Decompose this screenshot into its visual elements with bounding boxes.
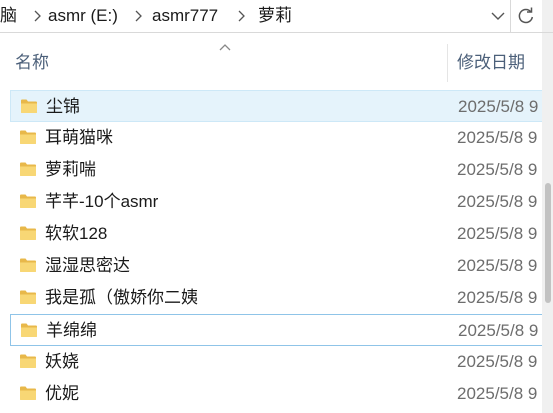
file-name: 芊芊-10个asmr — [45, 192, 159, 211]
folder-icon — [19, 225, 37, 241]
list-item[interactable]: 萝莉喘 2025/5/8 9 — [10, 154, 553, 186]
file-name: 软软128 — [45, 224, 108, 243]
file-name: 妖娆 — [45, 352, 79, 371]
breadcrumb-item-computer[interactable]: 脑 — [0, 5, 17, 27]
folder-icon — [19, 161, 37, 177]
file-name: 耳萌猫咪 — [45, 128, 113, 147]
folder-icon — [19, 257, 37, 273]
date-modified: 2025/5/8 9 — [457, 224, 538, 243]
vertical-scrollbar[interactable] — [542, 33, 553, 413]
date-modified: 2025/5/8 9 — [457, 160, 538, 179]
list-item[interactable]: 软软128 2025/5/8 9 — [10, 218, 553, 250]
file-name: 湿湿思密达 — [45, 256, 130, 275]
breadcrumb-item-drive[interactable]: asmr (E:) — [48, 5, 118, 27]
chevron-right-icon[interactable] — [32, 6, 44, 26]
folder-icon — [19, 353, 37, 369]
date-modified: 2025/5/8 9 — [457, 128, 538, 147]
column-divider[interactable] — [447, 44, 448, 82]
file-name: 羊绵绵 — [46, 321, 97, 340]
refresh-button[interactable] — [510, 0, 542, 33]
toolbar-edge — [542, 0, 553, 33]
folder-icon — [19, 193, 37, 209]
folder-icon — [20, 98, 38, 114]
folder-icon — [20, 322, 38, 338]
chevron-right-icon[interactable] — [236, 6, 248, 26]
list-item[interactable]: 我是孤（傲娇你二姨 2025/5/8 9 — [10, 282, 553, 314]
refresh-icon — [516, 6, 536, 26]
file-name: 优妮 — [45, 384, 79, 403]
list-item[interactable]: 羊绵绵 2025/5/8 9 — [10, 314, 553, 346]
address-bar[interactable]: 脑 asmr (E:) asmr777 萝莉 — [0, 0, 510, 33]
breadcrumb-item-current[interactable]: 萝莉 — [258, 5, 292, 27]
chevron-right-icon[interactable] — [133, 6, 145, 26]
sort-ascending-icon — [218, 39, 232, 51]
date-modified: 2025/5/8 9 — [457, 192, 538, 211]
file-name: 萝莉喘 — [45, 160, 96, 179]
date-modified: 2025/5/8 9 — [457, 288, 538, 307]
list-item[interactable]: 芊芊-10个asmr 2025/5/8 9 — [10, 186, 553, 218]
list-item[interactable]: 尘锦 2025/5/8 9 — [10, 90, 553, 122]
list-item[interactable]: 湿湿思密达 2025/5/8 9 — [10, 250, 553, 282]
list-item[interactable]: 优妮 2025/5/8 9 — [10, 378, 553, 410]
list-item[interactable]: 耳萌猫咪 2025/5/8 9 — [10, 122, 553, 154]
file-name: 尘锦 — [46, 97, 80, 116]
column-header-date-modified[interactable]: 修改日期 — [457, 52, 525, 74]
folder-icon — [19, 129, 37, 145]
chevron-down-icon[interactable] — [486, 3, 510, 29]
date-modified: 2025/5/8 9 — [457, 256, 538, 275]
breadcrumb-item-folder[interactable]: asmr777 — [152, 5, 218, 27]
folder-icon — [19, 385, 37, 401]
list-item[interactable]: 妖娆 2025/5/8 9 — [10, 346, 553, 378]
date-modified: 2025/5/8 9 — [458, 321, 539, 340]
date-modified: 2025/5/8 9 — [458, 97, 539, 116]
folder-icon — [19, 289, 37, 305]
date-modified: 2025/5/8 9 — [457, 352, 538, 371]
date-modified: 2025/5/8 9 — [457, 384, 538, 403]
file-name: 我是孤（傲娇你二姨 — [45, 288, 198, 307]
scrollbar-thumb[interactable] — [545, 183, 551, 303]
column-header-name[interactable]: 名称 — [15, 52, 49, 74]
